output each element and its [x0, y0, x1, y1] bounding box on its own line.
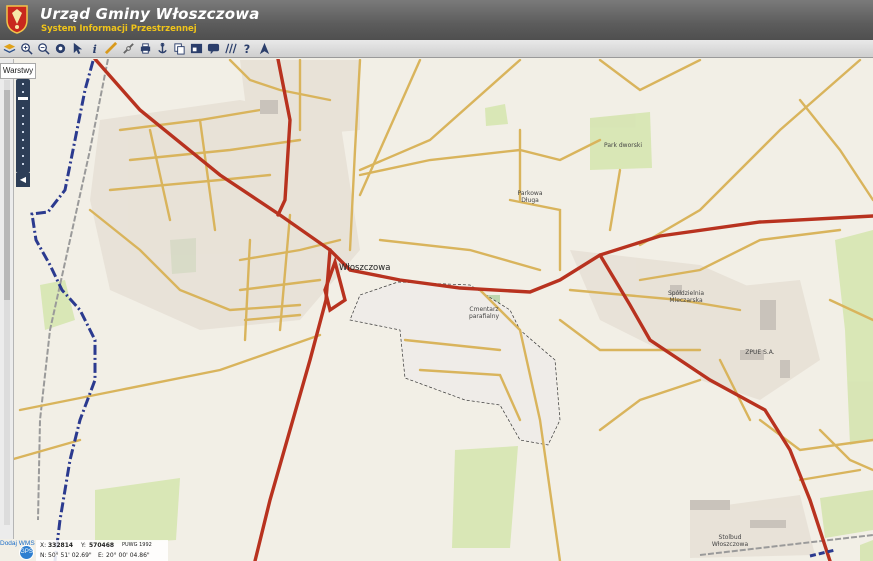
- y-value: 570468: [89, 542, 115, 549]
- panel-scrollbar-thumb[interactable]: [4, 90, 10, 300]
- dairy-label: Spółdzielnia Mleczarska: [667, 290, 705, 304]
- map-layer: [8, 59, 873, 561]
- layout-icon[interactable]: [189, 42, 203, 56]
- copy-icon[interactable]: [172, 42, 186, 56]
- gps-button[interactable]: GPS: [19, 545, 34, 560]
- print-icon[interactable]: [138, 42, 152, 56]
- parkowa-label: Parkowa Długa: [517, 190, 543, 204]
- e-label: E:: [98, 552, 104, 559]
- coordinate-readout: X: 332814 Y: 570468 PUWG 1992 N: 50° 51'…: [36, 540, 168, 561]
- info-icon[interactable]: i: [87, 42, 101, 56]
- zoom-out-icon[interactable]: [36, 42, 50, 56]
- link-icon[interactable]: [121, 42, 135, 56]
- park-label: Park dworski: [604, 142, 642, 149]
- select-arrow-icon[interactable]: [70, 42, 84, 56]
- measure-icon[interactable]: [104, 42, 118, 56]
- cemetery-label: Cmentarz parafialny: [468, 306, 500, 320]
- y-label: Y:: [81, 542, 86, 549]
- help-icon[interactable]: ?: [240, 42, 254, 56]
- e-value: 20° 00' 04.86": [106, 552, 150, 559]
- zoom-slider-knob[interactable]: [18, 97, 28, 100]
- chat-icon[interactable]: [206, 42, 220, 56]
- app-subtitle: System Informacji Przestrzennej: [41, 24, 197, 34]
- layers-icon[interactable]: [2, 42, 16, 56]
- layers-tab[interactable]: Warstwy: [0, 63, 36, 79]
- zoom-slider[interactable]: [16, 79, 30, 173]
- hatch-icon[interactable]: [223, 42, 237, 56]
- map-canvas[interactable]: Włoszczowa Park dworski Parkowa Długa Cm…: [0, 59, 873, 561]
- svg-text:i: i: [92, 43, 96, 55]
- n-value: 50° 51' 02.69": [48, 552, 92, 559]
- collapse-panel-button[interactable]: ◀: [16, 173, 30, 187]
- north-icon[interactable]: [257, 42, 271, 56]
- stolbud-label: Stolbud Włoszczowa: [711, 534, 749, 548]
- zpue-label: ZPUE S.A.: [745, 349, 775, 356]
- x-label: X:: [40, 542, 47, 549]
- app-title: Urząd Gminy Włoszczowa: [40, 5, 260, 23]
- svg-text:?: ?: [243, 43, 249, 55]
- zoom-extent-icon[interactable]: [53, 42, 67, 56]
- app-header: Urząd Gminy Włoszczowa System Informacji…: [0, 0, 873, 40]
- coat-of-arms-icon: [6, 5, 28, 34]
- map-toolbar: i ?: [0, 40, 873, 58]
- zoom-in-icon[interactable]: [19, 42, 33, 56]
- x-value: 332814: [48, 542, 74, 549]
- town-label: Włoszczowa: [339, 263, 391, 273]
- anchor-icon[interactable]: [155, 42, 169, 56]
- n-label: N:: [40, 552, 47, 559]
- crs-label: PUWG 1992: [122, 542, 152, 548]
